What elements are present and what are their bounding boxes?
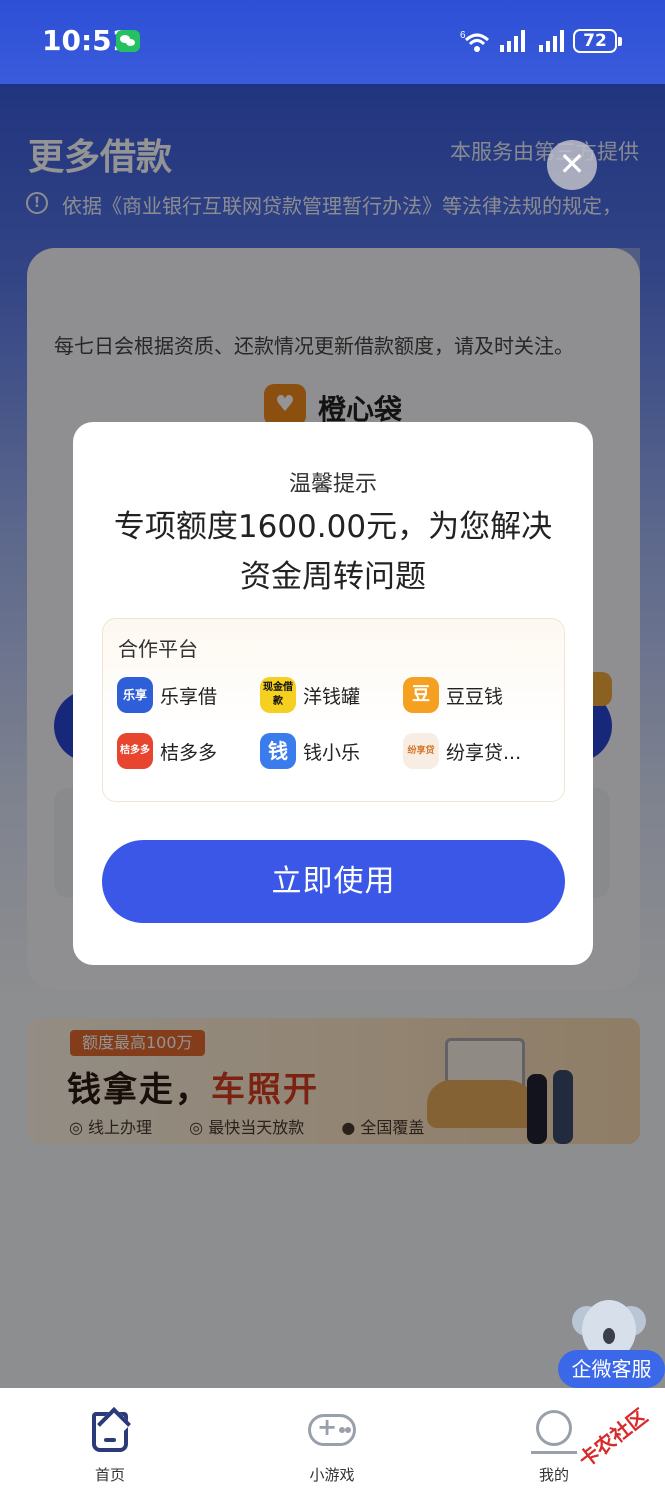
status-bar: 10:51 6 72 [0, 0, 665, 84]
partner-name: 桔多多 [160, 742, 218, 764]
doudouqian-icon: 豆 [403, 677, 439, 713]
customer-service-button[interactable]: 企微客服 [558, 1350, 665, 1388]
partner-item[interactable]: 豆 豆豆钱 [403, 677, 553, 713]
use-now-button[interactable]: 立即使用 [102, 840, 565, 923]
signal-icon-2 [539, 30, 564, 52]
qianxiaole-icon: 钱 [260, 733, 296, 769]
svg-text:6: 6 [460, 30, 466, 41]
gamepad-icon [308, 1413, 356, 1446]
lexiangjie-icon: 乐享 [117, 677, 153, 713]
wifi-icon: 6 [460, 30, 490, 52]
promo-dialog: 温馨提示 专项额度1600.00元，为您解决资金周转问题 合作平台 乐享 乐享借… [73, 422, 593, 965]
partner-title: 合作平台 [118, 637, 198, 661]
close-button[interactable]: ✕ [547, 140, 597, 190]
partner-name: 乐享借 [160, 686, 218, 708]
partner-platforms: 合作平台 乐享 乐享借 现金借款 洋钱罐 豆 豆豆钱 桔多多 桔多多 钱 钱小乐 [102, 618, 565, 802]
app-page: 10:51 6 72 更多借款 本服务由第三方提供 ! 依据《商业银行互联网贷款… [0, 0, 665, 1500]
profile-icon [531, 1410, 577, 1454]
dialog-title: 温馨提示 [288, 472, 377, 497]
signal-icon-1 [500, 30, 525, 52]
partner-item[interactable]: 纷享贷 纷享贷... [403, 733, 553, 769]
partner-name: 豆豆钱 [446, 686, 504, 708]
yangqianguan-icon: 现金借款 [260, 677, 296, 713]
fenxiangdai-icon: 纷享贷 [403, 733, 439, 769]
tab-games-label: 小游戏 [309, 1466, 355, 1484]
partner-item[interactable]: 乐享 乐享借 [117, 677, 247, 713]
home-icon [92, 1412, 128, 1452]
juduoduo-icon: 桔多多 [117, 733, 153, 769]
partner-item[interactable]: 桔多多 桔多多 [117, 733, 247, 769]
partner-item[interactable]: 钱 钱小乐 [260, 733, 390, 769]
wechat-icon [116, 30, 140, 52]
dialog-headline: 专项额度1600.00元，为您解决资金周转问题 [113, 509, 553, 595]
tab-games[interactable]: 小游戏 [272, 1388, 392, 1500]
partner-name: 钱小乐 [303, 742, 361, 764]
battery-icon: 72 [573, 29, 622, 53]
partner-name: 纷享贷... [446, 742, 522, 764]
bottom-tabbar: 首页 小游戏 我的 [0, 1388, 665, 1500]
partner-name: 洋钱罐 [303, 686, 361, 708]
partner-item[interactable]: 现金借款 洋钱罐 [260, 677, 390, 713]
tab-home[interactable]: 首页 [50, 1388, 170, 1500]
tab-home-label: 首页 [94, 1466, 125, 1484]
